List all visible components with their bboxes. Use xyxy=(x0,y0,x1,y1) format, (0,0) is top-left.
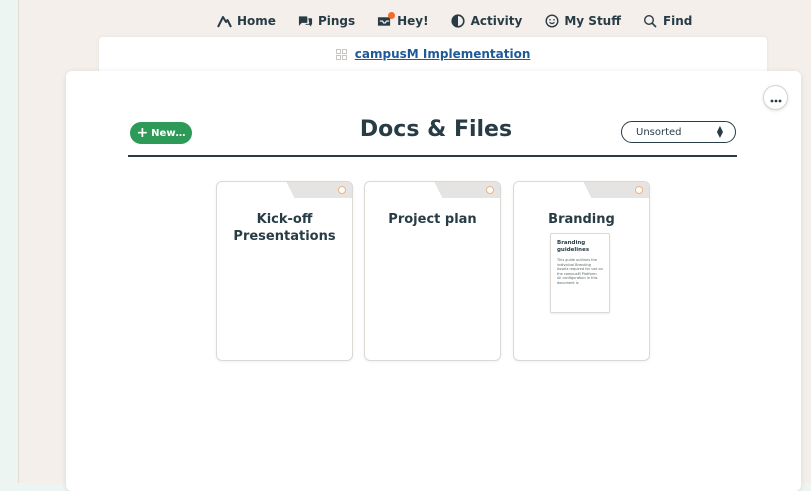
notification-dot xyxy=(388,11,396,19)
nav-home-label: Home xyxy=(237,14,276,28)
sort-select-value: Unsorted xyxy=(636,126,682,138)
new-button-label: New… xyxy=(151,127,186,139)
project-grid-icon xyxy=(335,49,347,63)
folder-name: Project plan xyxy=(388,212,477,227)
nav-activity-label: Activity xyxy=(470,14,523,28)
nav-hey-label: Hey! xyxy=(397,14,429,28)
folder-card[interactable]: Kick-off Presentations xyxy=(216,181,353,361)
basecamp-mountain-icon xyxy=(217,14,232,29)
folder-card[interactable]: Project plan xyxy=(364,181,501,361)
folder-card[interactable]: Branding Branding guidelines This guide … xyxy=(513,181,650,361)
folder-name: Branding xyxy=(548,212,615,227)
nav-pings[interactable]: Pings xyxy=(298,14,355,29)
document-thumbnail[interactable]: Branding guidelines This guide outlines … xyxy=(550,233,610,313)
project-title: campusM Implementation xyxy=(99,47,767,63)
chat-bubbles-icon xyxy=(298,14,313,29)
document-thumbnail-title: Branding guidelines xyxy=(557,240,590,253)
nav-activity[interactable]: Activity xyxy=(451,14,523,29)
folder-color-dot xyxy=(338,186,346,194)
half-circle-activity-icon xyxy=(451,14,466,29)
sort-select[interactable]: Unsorted ▲ ▼ xyxy=(621,121,736,143)
search-icon xyxy=(643,14,658,29)
ellipsis-icon xyxy=(770,88,782,107)
page-background: Home Pings Hey! Activity My Stuff Find c… xyxy=(18,0,811,491)
nav-pings-label: Pings xyxy=(317,14,356,28)
nav-hey[interactable]: Hey! xyxy=(377,11,429,29)
docs-files-card: + New… Docs & Files Unsorted ▲ ▼ Kick-off… xyxy=(66,71,801,491)
hey-tray-icon xyxy=(377,11,396,29)
nav-home[interactable]: Home xyxy=(217,14,276,29)
nav-find-label: Find xyxy=(662,14,693,28)
folder-name: Kick-off Presentations xyxy=(233,212,336,244)
nav-my-stuff[interactable]: My Stuff xyxy=(544,14,621,29)
folder-color-dot xyxy=(635,186,643,194)
project-link[interactable]: campusM Implementation xyxy=(355,47,531,61)
folder-color-dot xyxy=(486,186,494,194)
nav-find[interactable]: Find xyxy=(643,14,692,29)
document-thumbnail-body: This guide outlines the individual Brand… xyxy=(557,258,603,285)
more-options-button[interactable] xyxy=(763,85,788,110)
plus-icon: + xyxy=(136,124,149,141)
title-divider xyxy=(128,155,737,157)
smiley-face-icon xyxy=(544,14,559,29)
page-title: Docs & Files xyxy=(359,117,513,142)
nav-my-stuff-label: My Stuff xyxy=(564,14,621,28)
top-navigation: Home Pings Hey! Activity My Stuff Find xyxy=(217,10,692,32)
select-arrows-icon: ▲ ▼ xyxy=(716,124,723,139)
new-button[interactable]: + New… xyxy=(130,122,192,144)
